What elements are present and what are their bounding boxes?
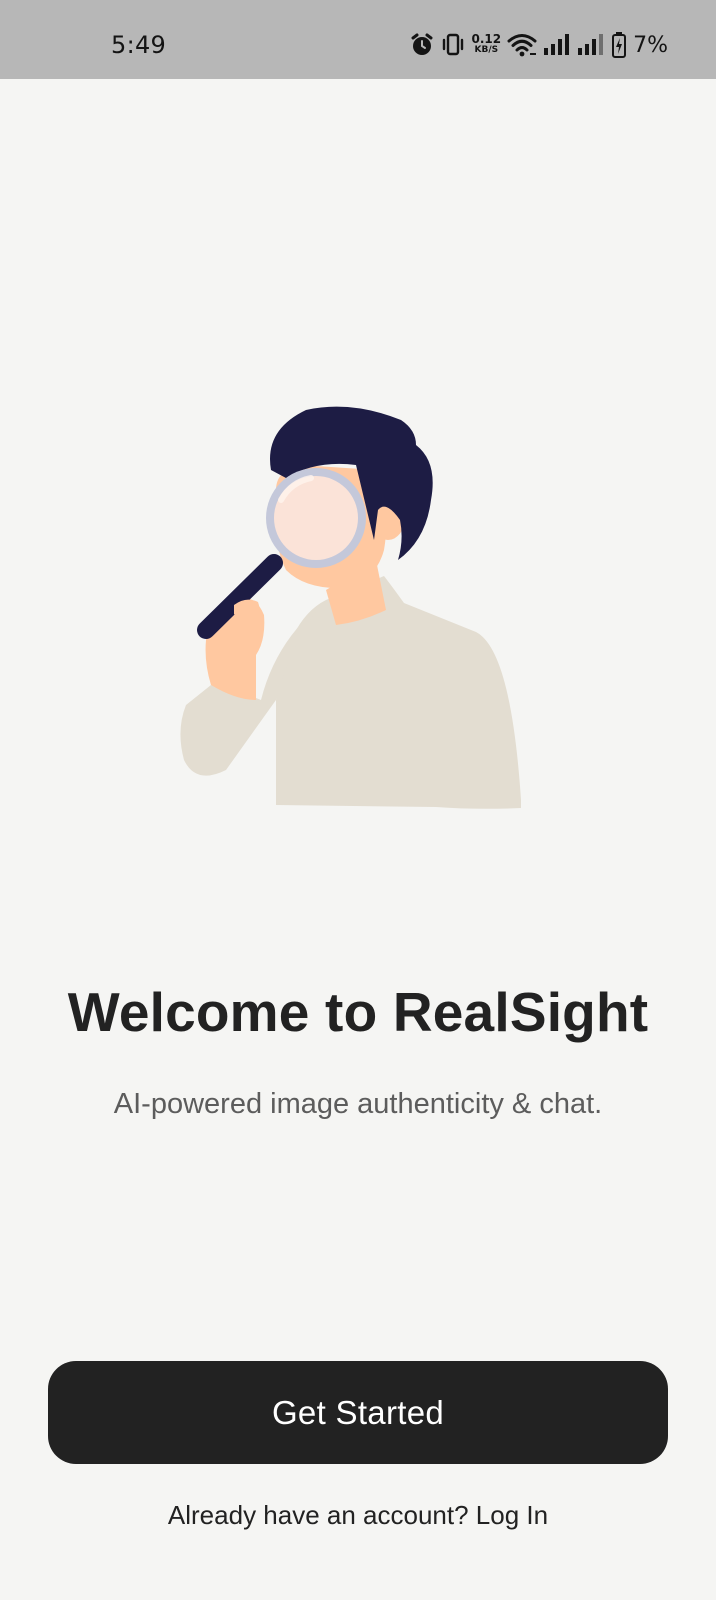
battery-charging-icon — [611, 31, 627, 59]
login-link[interactable]: Already have an account? Log In — [0, 1500, 716, 1531]
battery-percent: 7% — [633, 32, 668, 58]
status-bar: 5:49 0.12 KB/S 7% — [0, 0, 716, 79]
vibrate-icon — [441, 32, 465, 58]
person-with-magnifying-glass-illustration — [180, 406, 521, 809]
signal-icon — [577, 33, 605, 57]
status-time: 5:49 — [111, 31, 167, 59]
wifi-icon — [507, 32, 537, 58]
shirt — [276, 576, 521, 809]
signal-icon — [543, 33, 571, 57]
hero-illustration — [176, 400, 536, 820]
status-icons: 0.12 KB/S 7% — [409, 30, 668, 60]
network-speed-unit: KB/S — [474, 45, 499, 55]
get-started-label: Get Started — [271, 1393, 445, 1431]
welcome-title: Welcome to RealSight — [67, 981, 649, 1043]
network-speed: 0.12 KB/S — [471, 32, 502, 56]
network-speed-value: 0.12 — [471, 32, 502, 46]
alarm-icon — [409, 32, 435, 58]
get-started-button[interactable]: Get Started — [48, 1361, 668, 1464]
welcome-subtitle: AI-powered image authenticity & chat. — [113, 1088, 603, 1120]
